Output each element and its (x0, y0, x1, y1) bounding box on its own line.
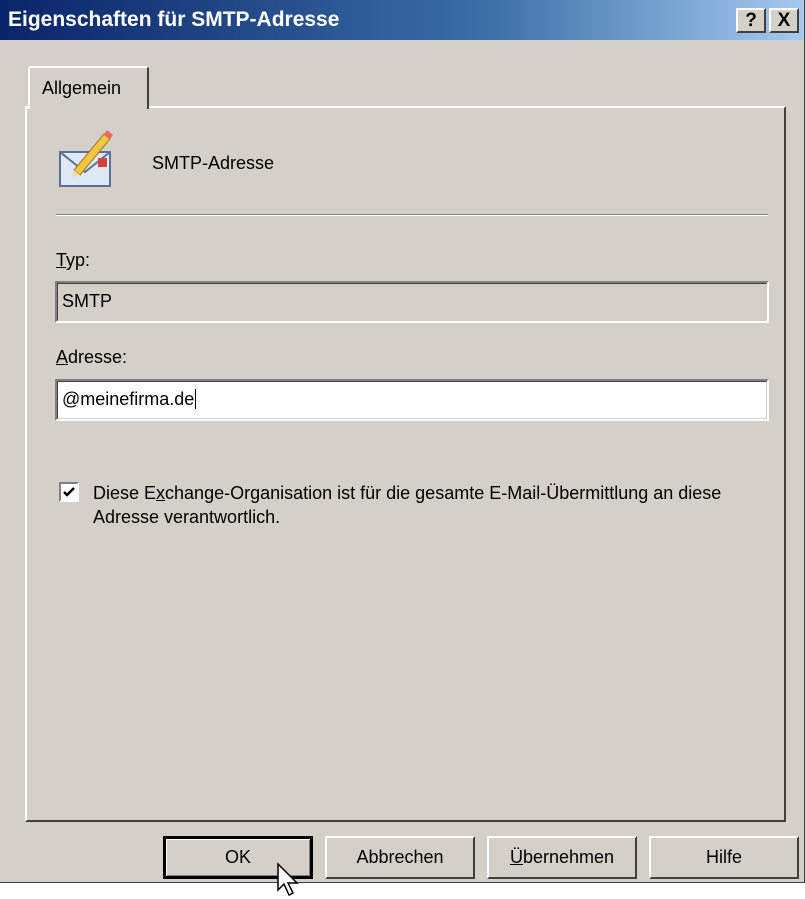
responsible-checkbox-label[interactable]: Diese Exchange-Organisation ist für die … (93, 481, 783, 529)
help-button[interactable]: Hilfe (649, 836, 799, 879)
separator (56, 214, 768, 216)
window-title: Eigenschaften für SMTP-Adresse (8, 8, 340, 31)
smtp-address-properties-dialog: Eigenschaften für SMTP-Adresse ? X Allge… (0, 0, 805, 883)
title-bar[interactable]: Eigenschaften für SMTP-Adresse ? X (0, 0, 804, 40)
cancel-button[interactable]: Abbrechen (325, 836, 475, 879)
address-input[interactable]: @meinefirma.de (55, 379, 769, 421)
apply-button-label: Übernehmen (509, 847, 615, 867)
apply-button[interactable]: Übernehmen (487, 836, 637, 879)
close-icon: X (777, 10, 791, 31)
heading-text: SMTP-Adresse (152, 153, 275, 173)
help-button-label: Hilfe (705, 847, 742, 867)
envelope-pencil-icon (59, 130, 113, 187)
cancel-button-label: Abbrechen (356, 847, 444, 867)
close-button[interactable]: X (769, 8, 799, 33)
question-mark-icon: ? (745, 10, 757, 31)
help-title-button[interactable]: ? (736, 8, 766, 33)
tab-allgemein[interactable]: Allgemein (28, 66, 149, 109)
address-value: @meinefirma.de (62, 389, 195, 409)
text-caret (195, 389, 197, 409)
address-label: Adresse: (56, 347, 128, 367)
type-value: SMTP (62, 291, 113, 311)
responsible-checkbox[interactable] (59, 482, 79, 502)
checkmark-icon (63, 487, 75, 497)
tab-label: Allgemein (42, 78, 122, 98)
type-label: Typ: (56, 250, 91, 270)
mouse-pointer-icon (277, 862, 299, 897)
ok-button-label: OK (224, 847, 251, 867)
type-field: SMTP (55, 281, 769, 323)
